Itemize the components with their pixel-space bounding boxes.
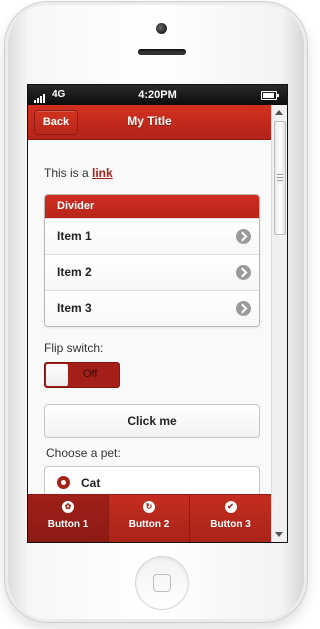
- page-title: My Title: [127, 114, 172, 128]
- footer-button-label: Button 1: [47, 519, 89, 530]
- footer-navbar: ✿ Button 1 ↻ Button 2 ✔ Button 3: [28, 494, 271, 542]
- list-item-label: Item 3: [57, 301, 92, 315]
- arrow-right-icon: [236, 229, 251, 244]
- scrollbar[interactable]: [271, 105, 287, 542]
- footer-button-1[interactable]: ✿ Button 1: [28, 495, 109, 542]
- flip-switch-value: Off: [83, 368, 98, 380]
- list-item[interactable]: Item 2: [45, 254, 259, 290]
- list-item-label: Item 2: [57, 265, 92, 279]
- list-item[interactable]: Item 3: [45, 290, 259, 326]
- home-icon: [153, 574, 171, 592]
- list-item-label: Item 1: [57, 229, 92, 243]
- radio-option-label: Cat: [81, 476, 101, 490]
- header-bar: Back My Title: [28, 105, 271, 140]
- click-me-button[interactable]: Click me: [44, 404, 260, 438]
- scroll-down-icon[interactable]: [275, 532, 283, 537]
- intro-link[interactable]: link: [92, 166, 113, 180]
- home-button[interactable]: [135, 556, 189, 610]
- camera-icon: [156, 23, 167, 34]
- intro-text: This is a link: [44, 166, 113, 180]
- footer-button-3[interactable]: ✔ Button 3: [190, 495, 271, 542]
- list-divider: Divider: [45, 195, 259, 218]
- radio-selected-icon[interactable]: [57, 476, 70, 489]
- arrow-right-icon: [236, 301, 251, 316]
- speaker-grille: [138, 49, 186, 55]
- list-item[interactable]: Item 1: [45, 218, 259, 254]
- flip-switch[interactable]: Off: [44, 362, 120, 388]
- status-bar: 4G 4:20PM: [28, 85, 287, 105]
- flip-switch-handle[interactable]: [46, 364, 68, 386]
- footer-button-2[interactable]: ↻ Button 2: [109, 495, 190, 542]
- intro-label: This is a: [44, 166, 93, 180]
- scroll-up-icon[interactable]: [275, 110, 283, 115]
- battery-icon: [261, 91, 279, 100]
- footer-button-label: Button 2: [128, 519, 170, 530]
- arrow-right-icon: [236, 265, 251, 280]
- pet-choice-label: Choose a pet:: [46, 446, 121, 460]
- check-icon: ✔: [224, 501, 237, 513]
- footer-button-label: Button 3: [210, 519, 251, 530]
- gear-icon: ✿: [62, 501, 74, 513]
- scrollbar-thumb[interactable]: [274, 121, 286, 235]
- flip-switch-label: Flip switch:: [44, 341, 104, 355]
- list-view: Divider Item 1 Item 2 Item 3: [44, 194, 260, 327]
- app-page: Back My Title This is a link Divider Ite…: [28, 105, 271, 542]
- refresh-icon: ↻: [143, 501, 155, 513]
- status-time: 4:20PM: [138, 89, 177, 101]
- phone-screen: 4G 4:20PM Back My Title This is a link D…: [27, 84, 288, 543]
- grip-icon: [277, 174, 283, 183]
